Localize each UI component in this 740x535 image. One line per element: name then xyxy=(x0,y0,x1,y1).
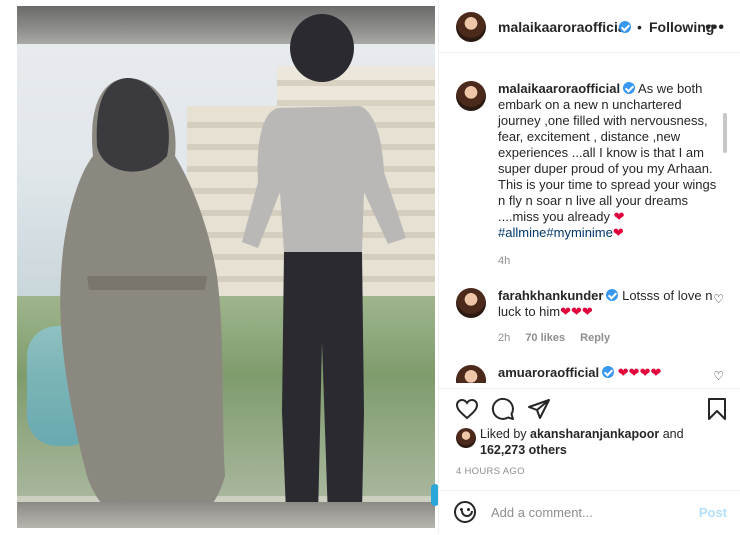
more-options-icon[interactable]: ••• xyxy=(705,19,725,37)
caption-avatar[interactable] xyxy=(456,81,486,111)
heart-emoji: ❤ xyxy=(613,209,625,224)
caption-hashtags[interactable]: #allmine#myminime xyxy=(498,225,613,240)
comment-bubble-icon[interactable] xyxy=(491,397,515,421)
verified-badge-icon xyxy=(606,289,619,301)
post-actions xyxy=(439,388,740,429)
comment-input[interactable] xyxy=(489,504,693,521)
reply-button[interactable]: Reply xyxy=(580,332,610,344)
verified-badge-icon xyxy=(602,366,615,378)
commenter-avatar[interactable] xyxy=(456,288,486,318)
liker-avatar[interactable] xyxy=(456,428,476,448)
post-header: malaikaaroraofficial • Following ••• xyxy=(439,0,740,53)
comments-scrollbar[interactable] xyxy=(723,113,727,153)
heart-emoji: ❤❤❤ xyxy=(560,304,593,319)
photo-woman-figure xyxy=(60,78,226,528)
caption-text: As we both embark on a new n unchartered… xyxy=(498,81,717,224)
emoji-picker-icon[interactable] xyxy=(454,501,476,523)
header-separator: • xyxy=(637,19,642,35)
comment-like-heart-icon[interactable]: ♡ xyxy=(713,292,724,306)
photo-image[interactable] xyxy=(17,6,435,528)
liker-username[interactable]: akansharanjankapoor xyxy=(530,427,659,441)
post-photo[interactable] xyxy=(0,0,438,534)
post-timestamp[interactable]: 4 HOURS AGO xyxy=(456,466,525,477)
caption-time[interactable]: 4h xyxy=(498,255,510,267)
post-side-panel: malaikaaroraofficial • Following ••• mal… xyxy=(438,0,740,534)
carousel-indicator[interactable] xyxy=(431,484,438,506)
liked-by-prefix: Liked by xyxy=(480,427,531,441)
author-avatar[interactable] xyxy=(456,12,486,42)
comments-list[interactable]: malaikaaroraofficial As we both embark o… xyxy=(439,53,727,383)
caption-username[interactable]: malaikaaroraofficial xyxy=(498,81,620,96)
author-username[interactable]: malaikaaroraofficial xyxy=(498,19,630,35)
photo-window-sill xyxy=(17,502,435,528)
commenter-username[interactable]: amuaroraofficial xyxy=(498,365,599,380)
heart-emoji: ❤ xyxy=(612,225,624,240)
post-comment-button[interactable]: Post xyxy=(699,505,727,520)
commenter-avatar[interactable] xyxy=(456,365,486,383)
verified-badge-icon xyxy=(623,82,636,94)
photo-man-figure xyxy=(242,14,406,518)
comment-like-heart-icon[interactable]: ♡ xyxy=(713,369,724,383)
comment-likes[interactable]: 70 likes xyxy=(525,332,565,344)
heart-emoji: ❤❤❤❤ xyxy=(617,365,662,380)
verified-badge-icon xyxy=(619,21,631,33)
save-bookmark-icon[interactable] xyxy=(707,397,727,421)
commenter-username[interactable]: farahkhankunder xyxy=(498,288,603,303)
comment-time[interactable]: 2h xyxy=(498,332,510,344)
share-direct-icon[interactable] xyxy=(527,397,551,421)
likes-count[interactable]: 162,273 others xyxy=(480,443,567,457)
likes-and: and xyxy=(659,427,684,441)
like-heart-icon[interactable] xyxy=(455,397,479,421)
add-comment-bar: Post xyxy=(439,490,740,535)
